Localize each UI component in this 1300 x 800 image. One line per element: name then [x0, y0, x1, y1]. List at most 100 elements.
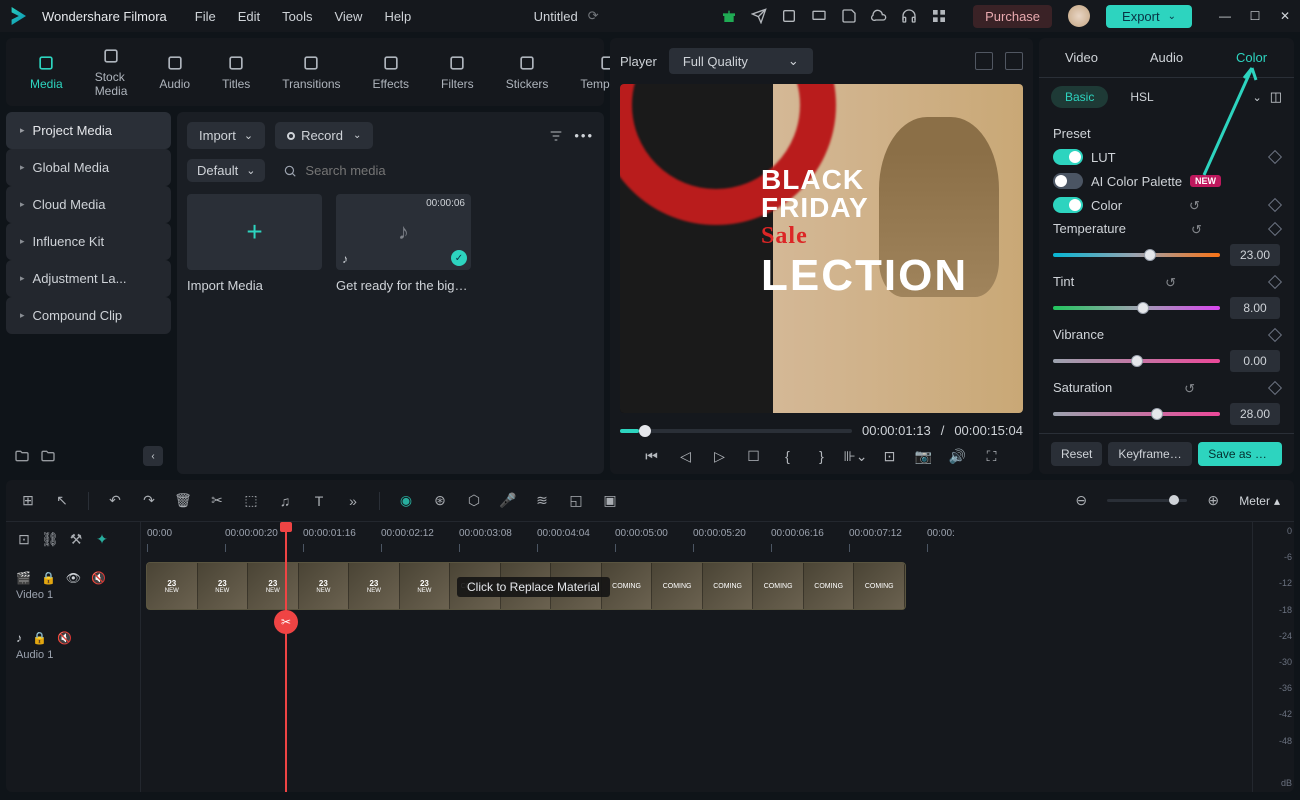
- sidebar-item-global-media[interactable]: Global Media: [6, 149, 171, 186]
- track-head-audio-1[interactable]: ♪🔒🔇Audio 1: [6, 616, 140, 676]
- lut-toggle[interactable]: [1053, 149, 1083, 165]
- menu-edit[interactable]: Edit: [238, 9, 260, 24]
- tint-slider[interactable]: [1053, 306, 1220, 310]
- vibrance-keyframe-icon[interactable]: [1268, 327, 1282, 341]
- color-toggle[interactable]: [1053, 197, 1083, 213]
- tint-keyframe-icon[interactable]: [1268, 274, 1282, 288]
- zoom-in-icon[interactable]: ⊕: [1205, 493, 1221, 509]
- stop-icon[interactable]: ☐: [746, 448, 762, 464]
- more-tools-icon[interactable]: »: [345, 493, 361, 509]
- redo-icon[interactable]: ↷: [141, 493, 157, 509]
- tint-value[interactable]: 8.00: [1230, 297, 1280, 319]
- saturation-slider[interactable]: [1053, 412, 1220, 416]
- color-reset-icon[interactable]: ↺: [1189, 198, 1203, 212]
- folder-sync-icon[interactable]: [40, 448, 56, 464]
- cloud-icon[interactable]: [871, 8, 887, 24]
- tint-reset-icon[interactable]: ↺: [1165, 275, 1179, 289]
- mark-in-icon[interactable]: {: [780, 448, 796, 464]
- tool-tab-effects[interactable]: Effects: [373, 53, 409, 91]
- search-input[interactable]: [305, 163, 586, 178]
- user-avatar[interactable]: [1068, 5, 1090, 27]
- track-control-icon[interactable]: 🔒: [32, 631, 47, 645]
- menu-file[interactable]: File: [195, 9, 216, 24]
- speed-icon[interactable]: ⊛: [432, 493, 448, 509]
- minimize-button[interactable]: —: [1218, 9, 1232, 23]
- delete-icon[interactable]: 🗑: [175, 493, 191, 509]
- export-button[interactable]: Export⌄: [1106, 5, 1192, 28]
- track-control-icon[interactable]: 🔇: [91, 571, 106, 585]
- vibrance-value[interactable]: 0.00: [1230, 350, 1280, 372]
- tool-tab-media[interactable]: Media: [30, 53, 63, 91]
- text-icon[interactable]: T: [311, 493, 327, 509]
- video-preview[interactable]: BLACK FRIDAY Sale LECTION: [620, 84, 1023, 413]
- tl-link-icon[interactable]: ⊡: [16, 531, 32, 547]
- lut-keyframe-icon[interactable]: [1268, 150, 1282, 164]
- sidebar-item-adjustment-la---[interactable]: Adjustment La...: [6, 260, 171, 297]
- tool-tab-audio[interactable]: Audio: [159, 53, 190, 91]
- volume-icon[interactable]: 🔊: [950, 448, 966, 464]
- tl-chain-icon[interactable]: ⛓: [42, 531, 58, 547]
- playhead[interactable]: ✂: [285, 522, 287, 792]
- tl-magnet-icon[interactable]: ✦: [94, 531, 110, 547]
- save-preset-button[interactable]: Save as cust...: [1198, 442, 1282, 466]
- video-clip[interactable]: 23NEW23NEW23NEW23NEW23NEW23NEWCOMINGCOMI…: [146, 562, 906, 610]
- sidebar-item-cloud-media[interactable]: Cloud Media: [6, 186, 171, 223]
- headphones-icon[interactable]: [901, 8, 917, 24]
- collapse-sidebar-button[interactable]: ‹: [143, 446, 163, 466]
- purchase-button[interactable]: Purchase: [973, 5, 1052, 28]
- zoom-out-icon[interactable]: ⊖: [1073, 493, 1089, 509]
- ai-icon[interactable]: ◉: [398, 493, 414, 509]
- saturation-reset-icon[interactable]: ↺: [1184, 381, 1198, 395]
- sidebar-item-influence-kit[interactable]: Influence Kit: [6, 223, 171, 260]
- video-track-1[interactable]: 23NEW23NEW23NEW23NEW23NEW23NEWCOMINGCOMI…: [141, 556, 1252, 616]
- media-card[interactable]: +Import Media: [187, 194, 322, 293]
- saturation-keyframe-icon[interactable]: [1268, 380, 1282, 394]
- close-button[interactable]: ✕: [1278, 9, 1292, 23]
- track-head-video-1[interactable]: 🎬🔒👁🔇Video 1: [6, 556, 140, 616]
- import-dropdown[interactable]: Import: [187, 122, 265, 149]
- keyframe-panel-button[interactable]: Keyframe Pa...: [1108, 442, 1192, 466]
- pip-icon[interactable]: ◱: [568, 493, 584, 509]
- shield-icon[interactable]: ⬡: [466, 493, 482, 509]
- sidebar-item-compound-clip[interactable]: Compound Clip: [6, 297, 171, 334]
- grid-view-icon[interactable]: [975, 52, 993, 70]
- audio-track-1[interactable]: [141, 616, 1252, 676]
- tool-tab-stock-media[interactable]: Stock Media: [95, 46, 128, 98]
- cut-icon[interactable]: ✂: [209, 493, 225, 509]
- compare-icon[interactable]: ◫: [1270, 89, 1282, 105]
- marker-dropdown-icon[interactable]: ⊪⌄: [848, 448, 864, 464]
- sidebar-item-project-media[interactable]: Project Media: [6, 112, 171, 149]
- undo-icon[interactable]: ↶: [107, 493, 123, 509]
- fullscreen-icon[interactable]: ⛶: [984, 448, 1000, 464]
- sort-dropdown[interactable]: Default: [187, 159, 265, 182]
- saturation-value[interactable]: 28.00: [1230, 403, 1280, 425]
- mic-icon[interactable]: 🎤: [500, 493, 516, 509]
- step-back-icon[interactable]: ◁: [678, 448, 694, 464]
- tab-video[interactable]: Video: [1039, 38, 1124, 77]
- menu-tools[interactable]: Tools: [282, 9, 312, 24]
- tl-select-icon[interactable]: ⊞: [20, 493, 36, 509]
- color-keyframe-icon[interactable]: [1268, 198, 1282, 212]
- send-icon[interactable]: [751, 8, 767, 24]
- tool-tab-transitions[interactable]: Transitions: [282, 53, 340, 91]
- meter-toggle[interactable]: Meter▴: [1239, 494, 1280, 508]
- music-icon[interactable]: ♫: [277, 493, 293, 509]
- new-folder-icon[interactable]: [14, 448, 30, 464]
- tl-pointer-icon[interactable]: ↖: [54, 493, 70, 509]
- menu-help[interactable]: Help: [384, 9, 411, 24]
- tool-tab-titles[interactable]: Titles: [222, 53, 250, 91]
- subtab-more-icon[interactable]: ⌄: [1252, 91, 1261, 104]
- temperature-value[interactable]: 23.00: [1230, 244, 1280, 266]
- crop-icon[interactable]: ⬚: [243, 493, 259, 509]
- subtab-basic[interactable]: Basic: [1051, 86, 1108, 108]
- media-card[interactable]: 00:00:06♪♪✓Get ready for the bigg...: [336, 194, 471, 293]
- reset-button[interactable]: Reset: [1051, 442, 1102, 466]
- apps-icon[interactable]: [931, 8, 947, 24]
- zoom-slider[interactable]: [1107, 499, 1187, 502]
- more-options-icon[interactable]: •••: [574, 128, 594, 143]
- track-control-icon[interactable]: 🎬: [16, 571, 31, 585]
- maximize-button[interactable]: ☐: [1248, 9, 1262, 23]
- display-mode-icon[interactable]: ⊡: [882, 448, 898, 464]
- frame-icon[interactable]: ▣: [602, 493, 618, 509]
- play-icon[interactable]: ▷: [712, 448, 728, 464]
